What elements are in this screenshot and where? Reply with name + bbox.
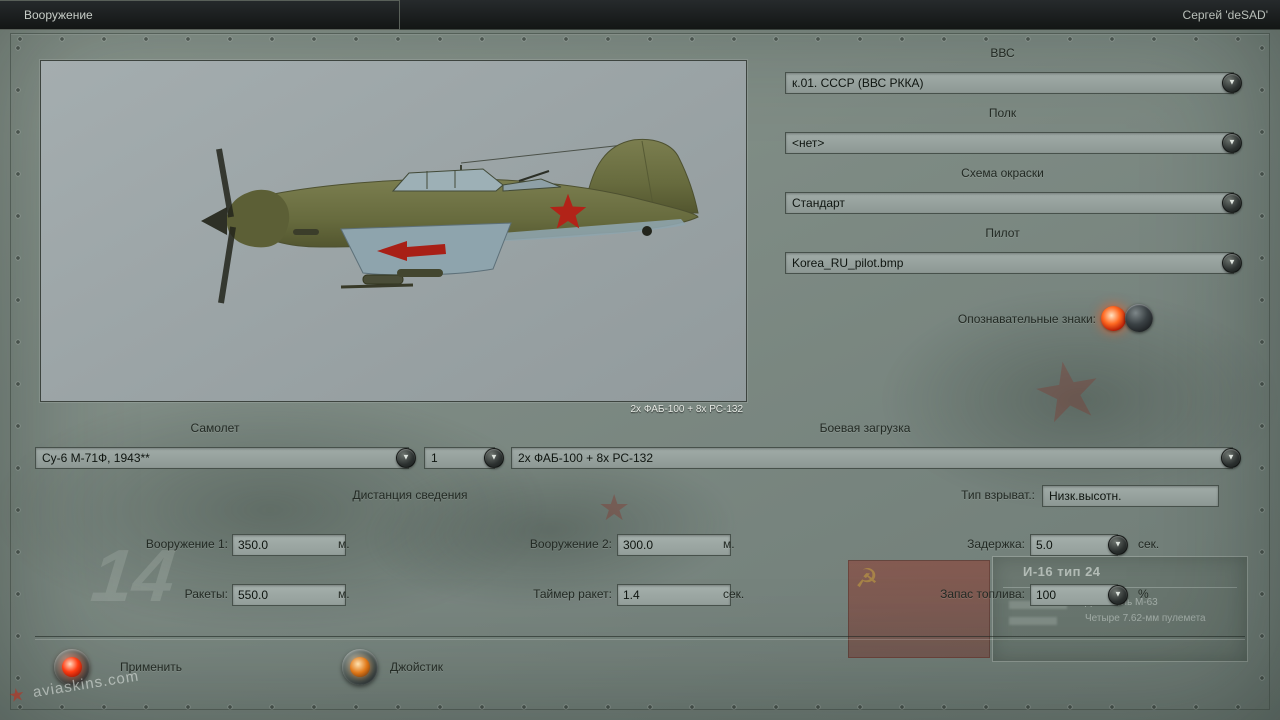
aircraft-preview-panel (40, 60, 747, 402)
markings-toggle[interactable] (1125, 304, 1153, 332)
aircraft-dropdown[interactable]: Су-6 М-71Ф, 1943** (35, 447, 409, 469)
tab-armament-label: Вооружение (24, 8, 93, 22)
rockets-convergence-input[interactable] (232, 584, 346, 606)
title-bar: Вооружение Сергей 'deSAD' (0, 0, 1280, 30)
red-star-decal: ★ (598, 490, 630, 526)
fuze-type-dropdown[interactable]: Низк.высотн. (1042, 485, 1219, 507)
fuel-input[interactable] (1030, 584, 1118, 606)
plaque-line: Четыре 7.62-мм пулемета (1085, 613, 1206, 624)
regiment-label: Полк (785, 103, 1220, 123)
delay-unit: сек. (1138, 534, 1159, 554)
fuze-type-label: Тип взрыват.: (900, 485, 1035, 505)
chevron-down-icon: ▼ (490, 454, 498, 462)
pilot-label: Пилот (785, 223, 1220, 243)
pilot-value: Korea_RU_pilot.bmp (792, 256, 903, 270)
chevron-down-icon: ▼ (1228, 139, 1236, 147)
armament-screen: 14 ★ ★ ☭ И-16 тип 24 Двигатель М-63 Четы… (0, 0, 1280, 720)
rocket-timer-label: Таймер ракет: (490, 584, 612, 604)
delay-spinner-arrow[interactable]: ▼ (1108, 535, 1128, 555)
rivet-strip (16, 35, 1264, 43)
fuze-type-value: Низк.высотн. (1049, 489, 1121, 503)
player-name: Сергей 'deSAD' (1183, 0, 1268, 29)
paint-scheme-value: Стандарт (792, 196, 845, 210)
fuel-label: Запас топлива: (925, 584, 1025, 604)
regiment-dropdown[interactable]: <нет> (785, 132, 1234, 154)
weapon1-label: Вооружение 1: (100, 534, 228, 554)
rockets-unit: м. (338, 584, 350, 604)
regiment-dropdown-arrow[interactable]: ▼ (1222, 133, 1242, 153)
joystick-button[interactable] (342, 649, 378, 685)
tab-armament[interactable]: Вооружение (0, 0, 400, 30)
pilot-dropdown[interactable]: Korea_RU_pilot.bmp (785, 252, 1234, 274)
chevron-down-icon: ▼ (1114, 591, 1122, 599)
loadout-label: Боевая загрузка (511, 418, 1219, 438)
aircraft-label: Самолет (35, 418, 395, 438)
weapon1-convergence-input[interactable] (232, 534, 346, 556)
airforce-dropdown[interactable]: к.01. СССР (ВВС РККА) (785, 72, 1234, 94)
pilot-dropdown-arrow[interactable]: ▼ (1222, 253, 1242, 273)
weapon2-convergence-input[interactable] (617, 534, 731, 556)
paint-scheme-label: Схема окраски (785, 163, 1220, 183)
convergence-label: Дистанция сведения (230, 485, 590, 505)
hammer-sickle-icon: ☭ (855, 563, 878, 594)
info-plaque: И-16 тип 24 Двигатель М-63 Четыре 7.62-м… (992, 556, 1248, 662)
airforce-value: к.01. СССР (ВВС РККА) (792, 76, 924, 90)
rivet-strip (1258, 44, 1266, 696)
loadout-value: 2х ФАБ-100 + 8х РС-132 (518, 451, 653, 465)
count-value: 1 (431, 451, 438, 465)
rivet-strip (14, 44, 22, 696)
rocket-timer-unit: сек. (723, 584, 744, 604)
airforce-dropdown-arrow[interactable]: ▼ (1222, 73, 1242, 93)
loadout-caption: 2х ФАБ-100 + 8х РС-132 (40, 404, 743, 415)
weapon2-label: Вооружение 2: (490, 534, 612, 554)
chevron-down-icon: ▼ (402, 454, 410, 462)
plaque-title: И-16 тип 24 (1023, 564, 1101, 579)
chevron-down-icon: ▼ (1228, 199, 1236, 207)
aircraft-dropdown-arrow[interactable]: ▼ (396, 448, 416, 468)
markings-label: Опознавательные знаки: (850, 309, 1096, 329)
fuel-spinner-arrow[interactable]: ▼ (1108, 585, 1128, 605)
count-dropdown-arrow[interactable]: ▼ (484, 448, 504, 468)
aircraft-image (41, 61, 744, 399)
rockets-label: Ракеты: (100, 584, 228, 604)
delay-input[interactable] (1030, 534, 1118, 556)
weapon2-unit: м. (723, 534, 735, 554)
airforce-label: ВВС (785, 43, 1220, 63)
amber-light-icon (350, 657, 370, 677)
footer-divider (35, 636, 1245, 640)
joystick-label: Джойстик (390, 657, 443, 677)
loadout-dropdown[interactable]: 2х ФАБ-100 + 8х РС-132 (511, 447, 1233, 469)
fuel-unit: % (1138, 584, 1149, 604)
rivet-strip (16, 703, 1264, 711)
plaque-blur-bar (1009, 617, 1057, 625)
delay-label: Задержка: (940, 534, 1025, 554)
aircraft-value: Су-6 М-71Ф, 1943** (42, 451, 150, 465)
chevron-down-icon: ▼ (1114, 541, 1122, 549)
loadout-dropdown-arrow[interactable]: ▼ (1221, 448, 1241, 468)
paint-scheme-dropdown-arrow[interactable]: ▼ (1222, 193, 1242, 213)
markings-indicator-light[interactable] (1101, 306, 1126, 331)
chevron-down-icon: ▼ (1227, 454, 1235, 462)
paint-scheme-dropdown[interactable]: Стандарт (785, 192, 1234, 214)
rocket-timer-input[interactable] (617, 584, 731, 606)
weapon1-unit: м. (338, 534, 350, 554)
regiment-value: <нет> (792, 136, 824, 150)
chevron-down-icon: ▼ (1228, 259, 1236, 267)
chevron-down-icon: ▼ (1228, 79, 1236, 87)
watermark-logo-icon: ★ (7, 684, 26, 706)
flag-decal: ☭ (848, 560, 990, 658)
